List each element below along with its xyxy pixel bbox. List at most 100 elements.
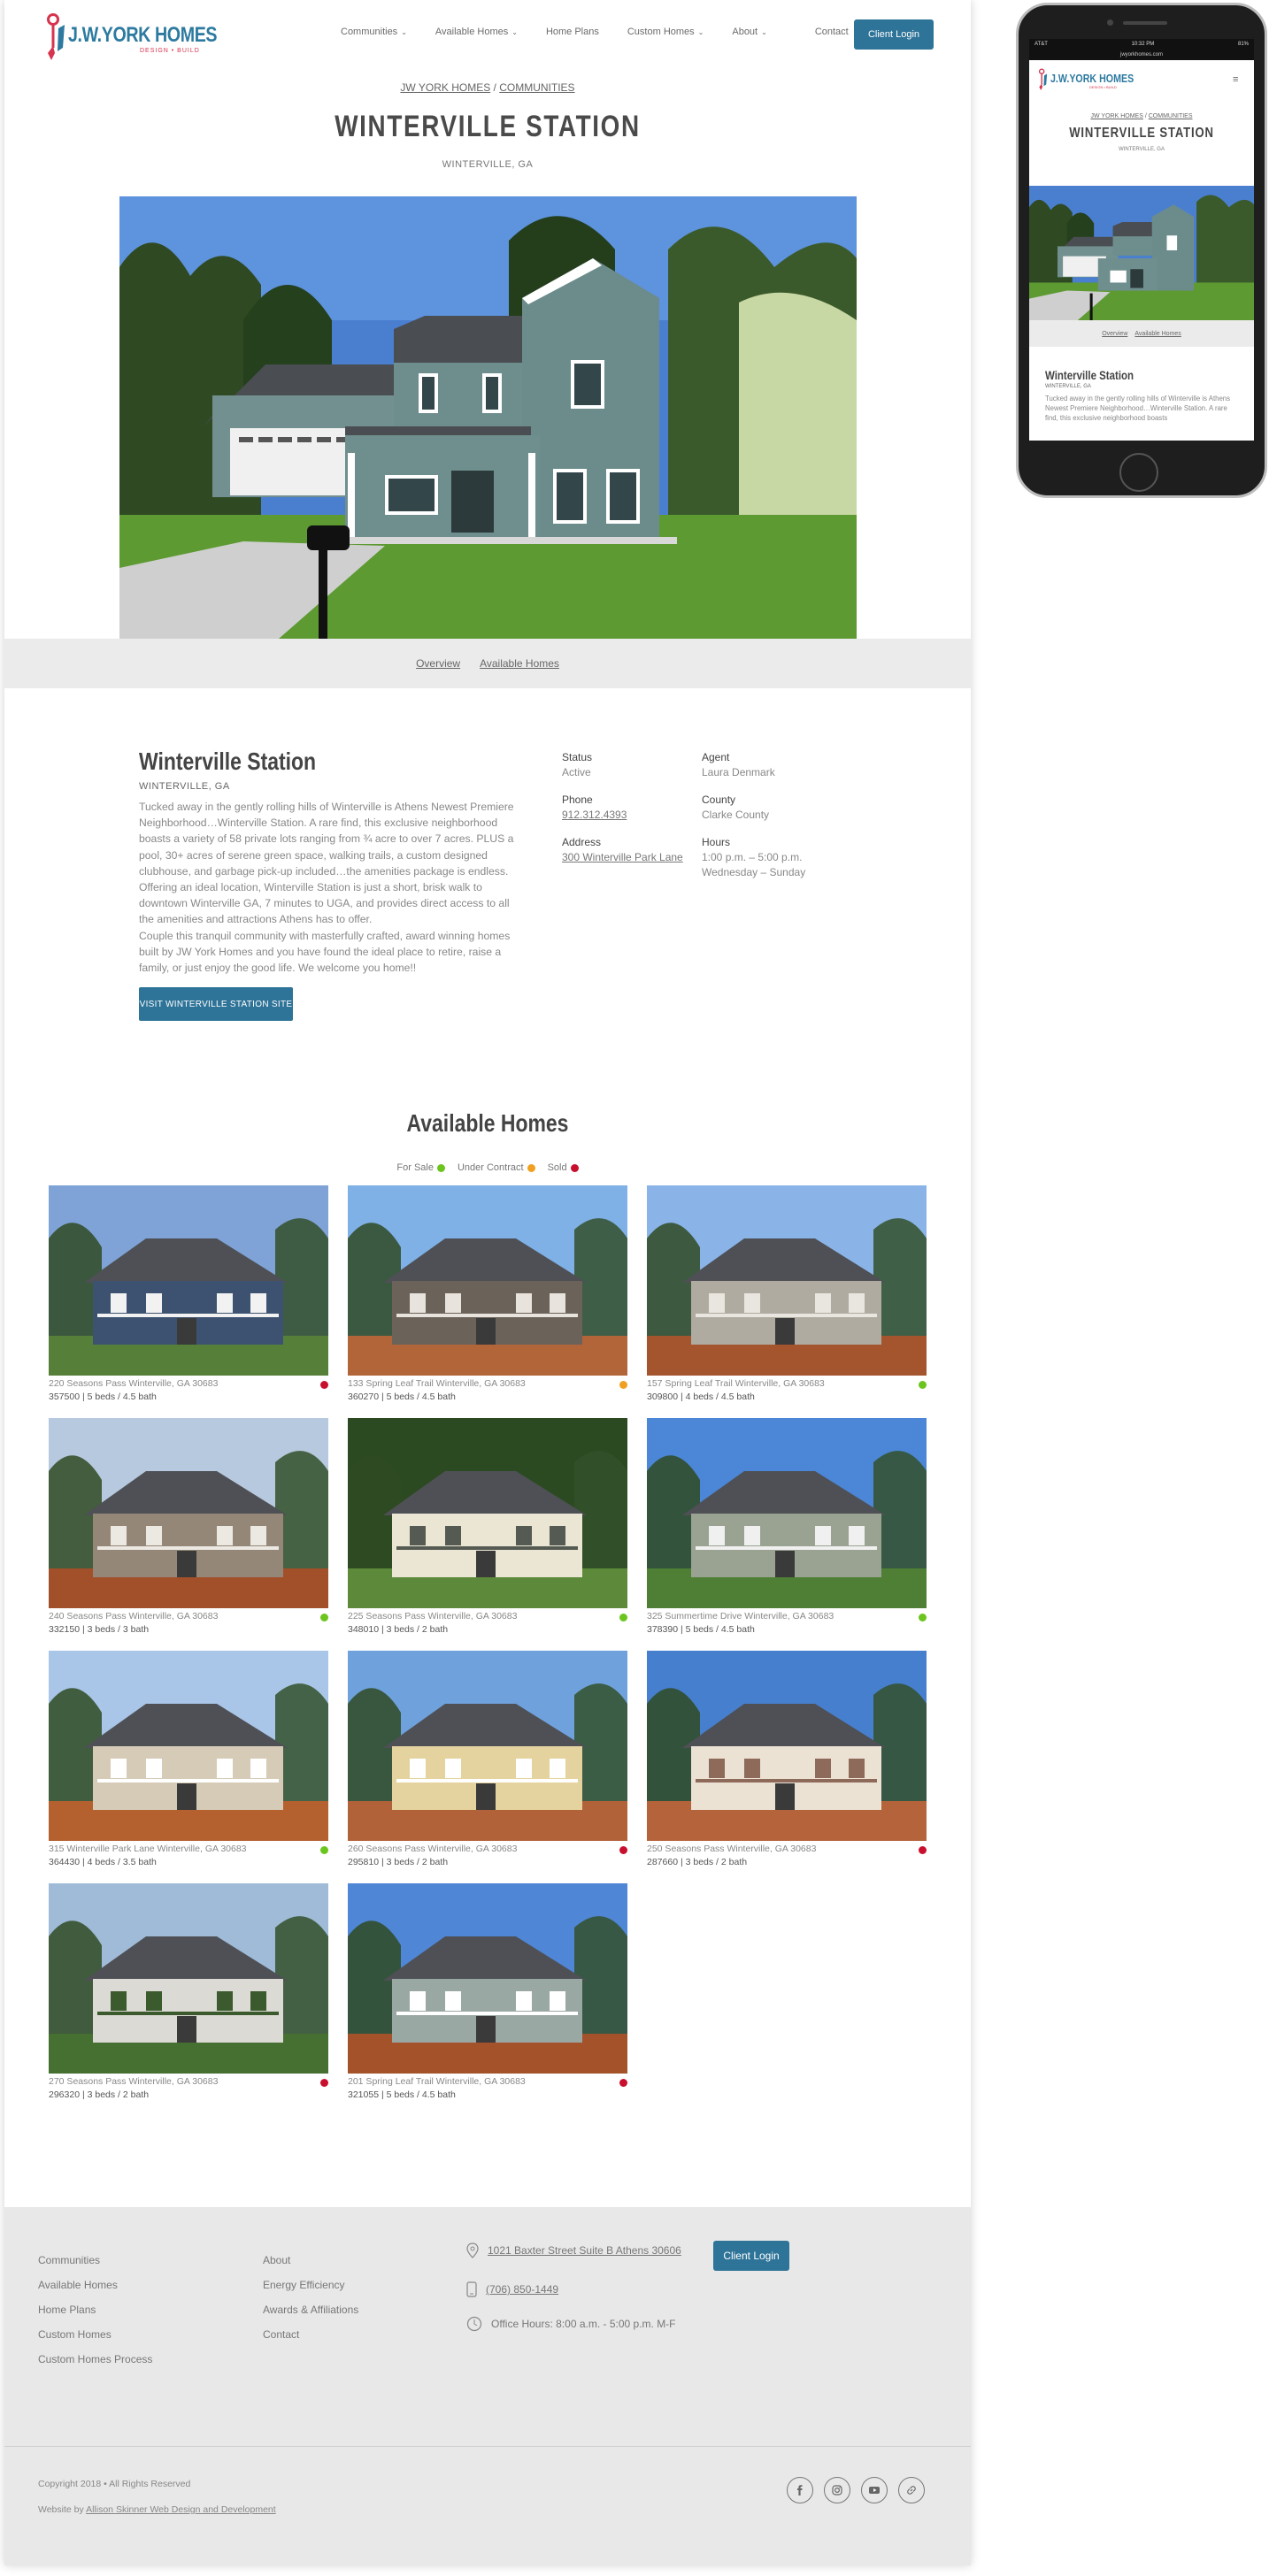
- chevron-down-icon: ⌄: [511, 27, 518, 36]
- status-dot: [320, 1614, 328, 1622]
- breadcrumb-communities-link[interactable]: COMMUNITIES: [1149, 113, 1193, 119]
- footer-address: 1021 Baxter Street Suite B Athens 30606: [466, 2242, 681, 2258]
- facebook-icon[interactable]: [787, 2477, 813, 2503]
- home-card[interactable]: 157 Spring Leaf Trail Winterville, GA 30…: [647, 1185, 927, 1415]
- client-login-button[interactable]: Client Login: [854, 19, 934, 50]
- footer-link[interactable]: Contact: [263, 2328, 358, 2341]
- footer-link[interactable]: Home Plans: [38, 2304, 152, 2316]
- home-photo[interactable]: [49, 1883, 328, 2074]
- subnav-available-homes-link[interactable]: Available Homes: [1134, 331, 1181, 337]
- youtube-icon[interactable]: [861, 2477, 888, 2503]
- footer-link[interactable]: Awards & Affiliations: [263, 2304, 358, 2316]
- home-photo[interactable]: [49, 1418, 328, 1608]
- instagram-icon[interactable]: [824, 2477, 850, 2503]
- breadcrumb-communities-link[interactable]: COMMUNITIES: [499, 81, 574, 94]
- breadcrumb-home-link[interactable]: JW YORK HOMES: [1090, 113, 1142, 119]
- footer-links-col2: About Energy Efficiency Awards & Affilia…: [263, 2254, 358, 2353]
- credit-link[interactable]: Allison Skinner Web Design and Developme…: [86, 2504, 276, 2515]
- footer-address-link[interactable]: 1021 Baxter Street Suite B Athens 30606: [488, 2244, 681, 2257]
- footer-link[interactable]: Custom Homes: [38, 2328, 152, 2341]
- phone-subnav: Overview Available Homes: [1029, 320, 1254, 347]
- nav-contact[interactable]: Contact: [815, 27, 849, 37]
- footer-link[interactable]: Energy Efficiency: [263, 2279, 358, 2291]
- hamburger-menu-icon[interactable]: ≡: [1233, 74, 1243, 85]
- home-card[interactable]: 270 Seasons Pass Winterville, GA 30683 29…: [49, 1883, 328, 2113]
- status-dot: [619, 1846, 627, 1854]
- agent-field: Agent Laura Denmark: [702, 750, 775, 780]
- nav-label: Communities: [341, 27, 398, 37]
- home-address[interactable]: 225 Seasons Pass Winterville, GA 30683: [348, 1611, 517, 1622]
- description-paragraph: Tucked away in the gently rolling hills …: [139, 801, 514, 926]
- home-photo[interactable]: [348, 1185, 627, 1376]
- home-address[interactable]: 157 Spring Leaf Trail Winterville, GA 30…: [647, 1378, 825, 1389]
- status-dot: [919, 1381, 927, 1389]
- home-address[interactable]: 325 Summertime Drive Winterville, GA 306…: [647, 1611, 834, 1622]
- nav-about[interactable]: About ⌄: [732, 27, 766, 37]
- address-link[interactable]: 300 Winterville Park Lane: [562, 851, 683, 863]
- home-address[interactable]: 133 Spring Leaf Trail Winterville, GA 30…: [348, 1378, 526, 1389]
- home-photo[interactable]: [647, 1418, 927, 1608]
- key-logo-icon: [47, 13, 65, 60]
- status-value: Active: [562, 766, 591, 778]
- home-card[interactable]: 201 Spring Leaf Trail Winterville, GA 30…: [348, 1883, 627, 2113]
- home-card[interactable]: 225 Seasons Pass Winterville, GA 30683 34…: [348, 1418, 627, 1648]
- home-card[interactable]: 250 Seasons Pass Winterville, GA 30683 28…: [647, 1651, 927, 1881]
- footer-phone-link[interactable]: (706) 850-1449: [486, 2283, 558, 2296]
- legend-sold: Sold: [548, 1162, 579, 1173]
- home-address[interactable]: 220 Seasons Pass Winterville, GA 30683: [49, 1378, 218, 1389]
- footer-client-login-button[interactable]: Client Login: [713, 2241, 789, 2271]
- footer-link[interactable]: Available Homes: [38, 2279, 152, 2291]
- home-card[interactable]: 240 Seasons Pass Winterville, GA 30683 33…: [49, 1418, 328, 1648]
- home-address[interactable]: 315 Winterville Park Lane Winterville, G…: [49, 1844, 247, 1854]
- nav-label: Custom Homes: [627, 27, 695, 37]
- phone-home-button[interactable]: [1119, 453, 1158, 492]
- home-photo[interactable]: [647, 1185, 927, 1376]
- logo[interactable]: J.W.YORK HOMES DESIGN • BUILD: [45, 12, 218, 62]
- desktop-page: J.W.YORK HOMES DESIGN • BUILD Communitie…: [4, 0, 971, 2565]
- home-address[interactable]: 270 Seasons Pass Winterville, GA 30683: [49, 2076, 218, 2087]
- nav-custom-homes[interactable]: Custom Homes ⌄: [627, 27, 704, 37]
- home-photo[interactable]: [348, 1651, 627, 1841]
- phone-time: 10:32 PM: [1131, 42, 1155, 47]
- home-address[interactable]: 260 Seasons Pass Winterville, GA 30683: [348, 1844, 517, 1854]
- home-photo[interactable]: [348, 1418, 627, 1608]
- footer-link[interactable]: Communities: [38, 2254, 152, 2266]
- subnav-overview-link[interactable]: Overview: [416, 657, 460, 670]
- community-description: Tucked away in the gently rolling hills …: [139, 799, 518, 976]
- home-photo[interactable]: [348, 1883, 627, 2074]
- link-icon[interactable]: [898, 2477, 925, 2503]
- home-address[interactable]: 240 Seasons Pass Winterville, GA 30683: [49, 1611, 218, 1622]
- chevron-down-icon: ⌄: [761, 27, 767, 36]
- home-card[interactable]: 325 Summertime Drive Winterville, GA 306…: [647, 1418, 927, 1648]
- home-card[interactable]: 133 Spring Leaf Trail Winterville, GA 30…: [348, 1185, 627, 1415]
- phone-link[interactable]: 912.312.4393: [562, 809, 627, 821]
- phone-label: Phone: [562, 794, 593, 806]
- subnav-available-homes-link[interactable]: Available Homes: [480, 657, 559, 670]
- nav-available-homes[interactable]: Available Homes ⌄: [435, 27, 518, 37]
- phone-logo[interactable]: J.W.YORK HOMES DESIGN • BUILD: [1038, 67, 1134, 94]
- home-card[interactable]: 315 Winterville Park Lane Winterville, G…: [49, 1651, 328, 1881]
- visit-site-button[interactable]: VISIT WINTERVILLE STATION SITE: [139, 987, 293, 1021]
- footer-hours: Office Hours: 8:00 a.m. - 5:00 p.m. M-F: [466, 2316, 676, 2332]
- home-address[interactable]: 201 Spring Leaf Trail Winterville, GA 30…: [348, 2076, 526, 2087]
- nav-communities[interactable]: Communities ⌄: [341, 27, 407, 37]
- clock-icon: [466, 2316, 482, 2332]
- home-card[interactable]: 220 Seasons Pass Winterville, GA 30683 35…: [49, 1185, 328, 1415]
- home-address[interactable]: 250 Seasons Pass Winterville, GA 30683: [647, 1844, 816, 1854]
- home-photo[interactable]: [647, 1651, 927, 1841]
- phone-url-bar[interactable]: jwyorkhomes.com: [1029, 50, 1254, 60]
- home-specs: 295810 | 3 beds / 2 bath: [348, 1857, 449, 1867]
- hours-value: 1:00 p.m. – 5:00 p.m.: [702, 851, 803, 863]
- copyright: Copyright 2018 • All Rights Reserved: [38, 2479, 191, 2489]
- phone-screen: AT&T 10:32 PM 81% jwyorkhomes.com J.W.YO…: [1029, 39, 1254, 441]
- footer-link[interactable]: Custom Homes Process: [38, 2353, 152, 2365]
- hours-field: Hours 1:00 p.m. – 5:00 p.m. Wednesday – …: [702, 835, 805, 880]
- home-photo[interactable]: [49, 1651, 328, 1841]
- footer-link[interactable]: About: [263, 2254, 358, 2266]
- main-nav: Communities ⌄ Available Homes ⌄ Home Plans…: [341, 27, 877, 37]
- home-card[interactable]: 260 Seasons Pass Winterville, GA 30683 29…: [348, 1651, 627, 1881]
- home-photo[interactable]: [49, 1185, 328, 1376]
- subnav-overview-link[interactable]: Overview: [1102, 331, 1127, 337]
- breadcrumb-home-link[interactable]: JW YORK HOMES: [400, 81, 490, 94]
- nav-home-plans[interactable]: Home Plans: [546, 27, 599, 37]
